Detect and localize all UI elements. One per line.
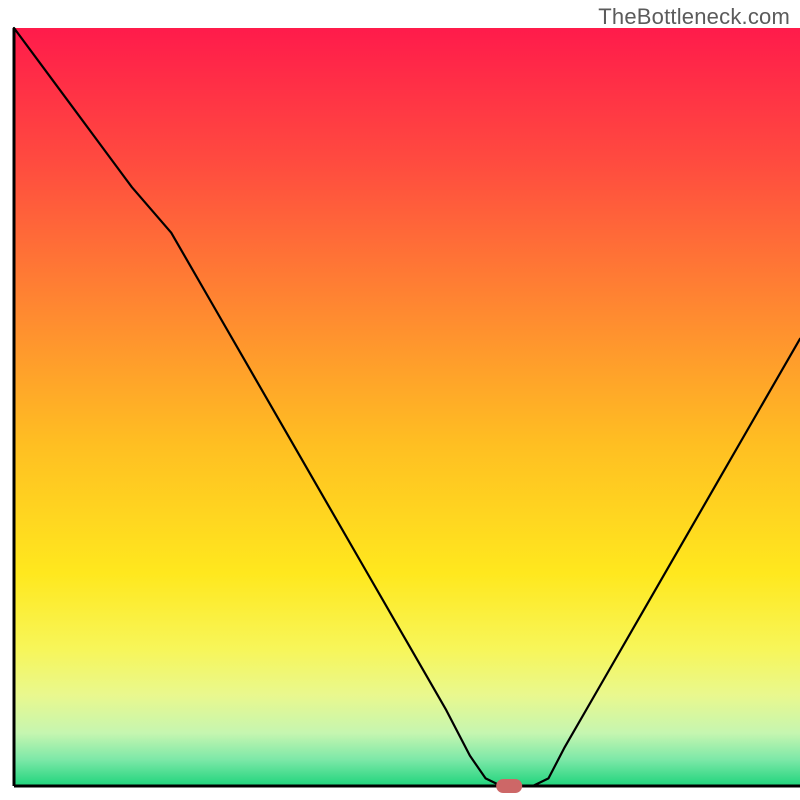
optimal-marker <box>496 779 522 793</box>
watermark-text: TheBottleneck.com <box>598 4 790 30</box>
bottleneck-chart: TheBottleneck.com <box>0 0 800 800</box>
plot-background <box>14 28 800 786</box>
chart-svg <box>0 0 800 800</box>
